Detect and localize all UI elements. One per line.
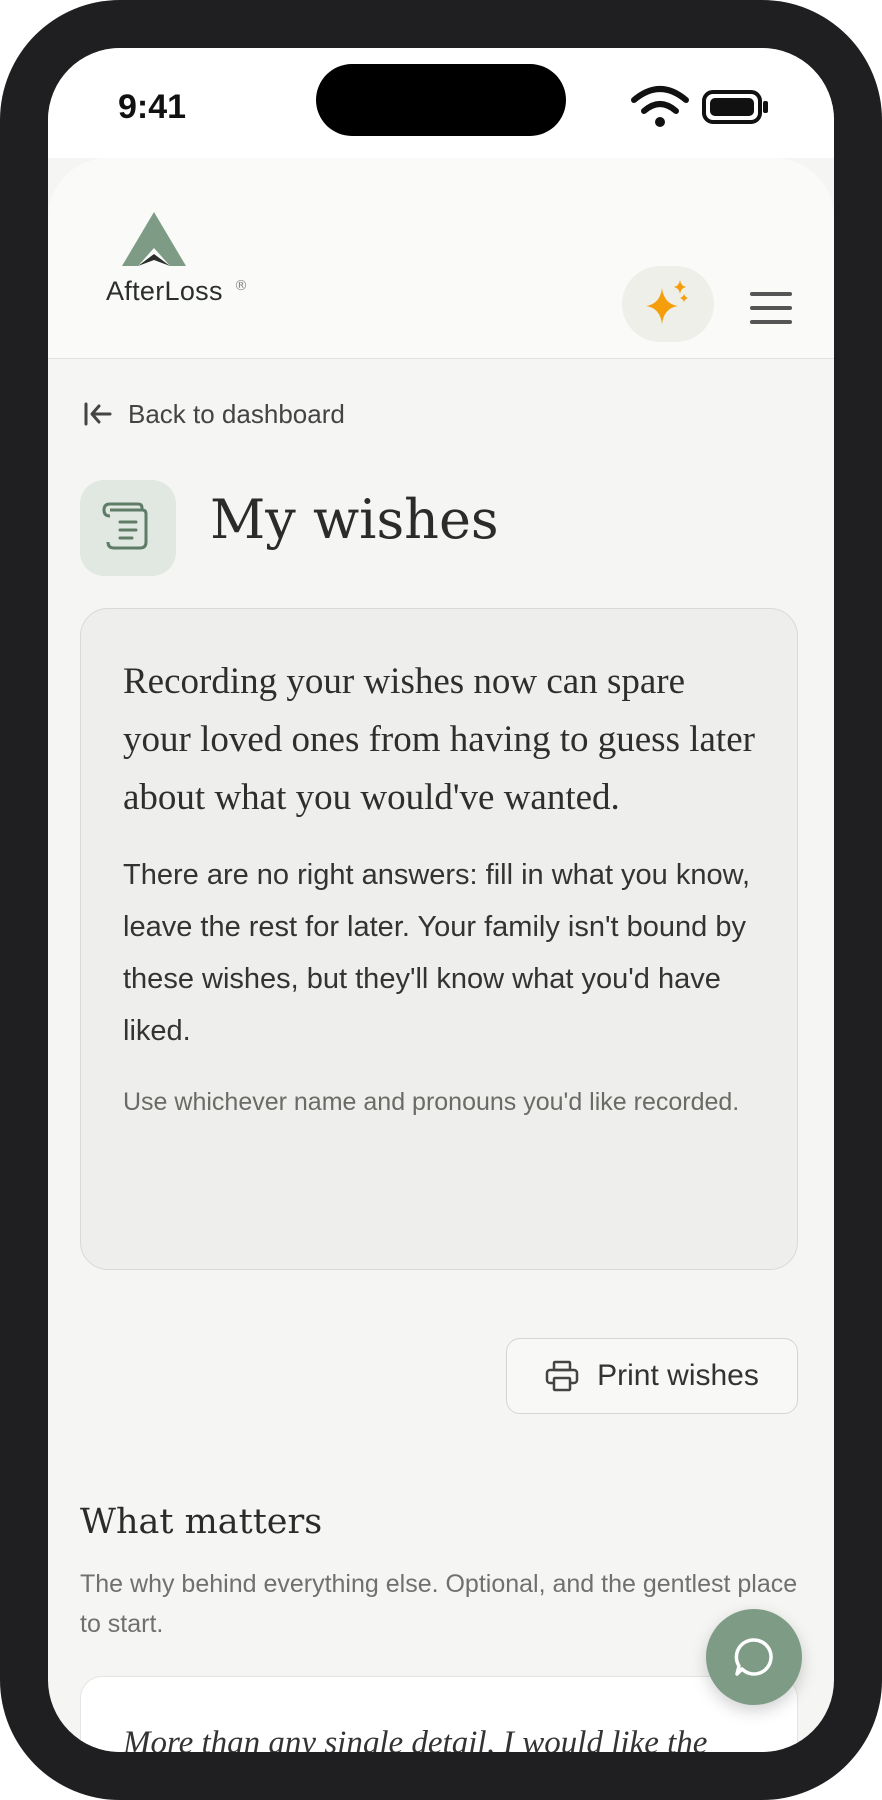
print-wishes-button[interactable]: Print wishes <box>506 1338 798 1414</box>
dynamic-island <box>316 64 566 136</box>
wish-entry-preview: More than any single detail, I would lik… <box>123 1725 708 1752</box>
section-description: The why behind everything else. Optional… <box>80 1570 798 1638</box>
status-time: 9:41 <box>118 88 187 126</box>
page-icon <box>80 480 176 576</box>
printer-icon <box>545 1360 579 1392</box>
ai-assistant-button[interactable] <box>622 266 714 342</box>
page-title: My wishes <box>210 488 499 551</box>
hamburger-menu-icon[interactable] <box>748 288 794 328</box>
arrow-left-icon <box>84 402 112 426</box>
section-title: What matters <box>80 1502 323 1542</box>
sparkle-icon <box>646 280 688 324</box>
back-link-label: Back to dashboard <box>128 398 345 429</box>
chat-button[interactable] <box>706 1609 802 1705</box>
app-header: AfterLoss ® <box>48 158 834 359</box>
back-to-dashboard-link[interactable]: Back to dashboard <box>82 394 345 434</box>
intro-lead-text: Recording your wishes now can spare your… <box>123 661 755 818</box>
intro-body-text: There are no right answers: fill in what… <box>123 859 751 1047</box>
screen: 9:41 AfterLoss ® Back to dashboard My wi… <box>48 48 834 1752</box>
print-wishes-label: Print wishes <box>597 1359 759 1392</box>
wish-entry-card[interactable]: More than any single detail, I would lik… <box>80 1676 798 1752</box>
scroll-icon <box>102 502 148 550</box>
chat-bubble-icon <box>734 1638 773 1676</box>
device-frame: 9:41 AfterLoss ® Back to dashboard My wi… <box>0 0 882 1800</box>
intro-card: Recording your wishes now can spare your… <box>80 608 798 1270</box>
intro-note-text: Use whichever name and pronouns you'd li… <box>123 1088 740 1116</box>
brand-registered-mark: ® <box>234 278 248 294</box>
wifi-icon <box>631 86 689 127</box>
battery-icon <box>702 90 768 124</box>
brand-name: AfterLoss <box>106 276 223 306</box>
status-bar: 9:41 <box>48 48 834 158</box>
